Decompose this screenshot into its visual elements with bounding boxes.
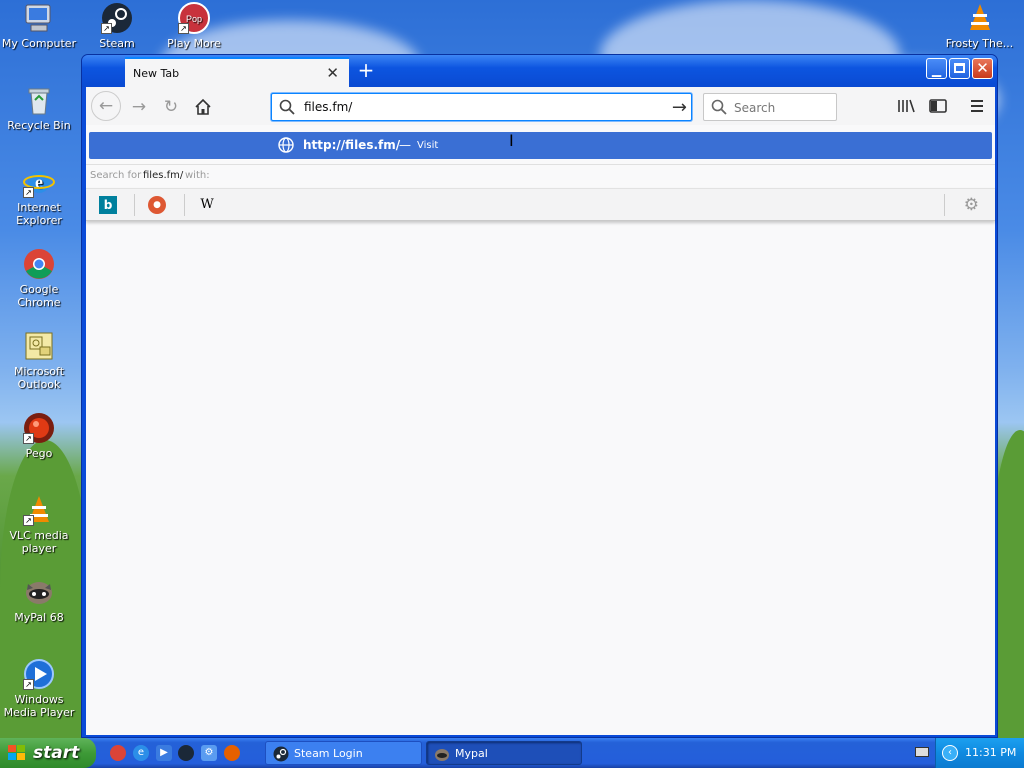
- desktop-icon-label: Windows Media Player: [3, 693, 75, 719]
- desktop-icon-label: VLC media player: [9, 529, 69, 555]
- clock[interactable]: 11:31 PM: [965, 746, 1016, 759]
- search-bar[interactable]: Search: [703, 93, 837, 121]
- tab-title: New Tab: [133, 67, 180, 80]
- url-suggestion-row[interactable]: http://files.fm/ — Visit: [89, 132, 992, 159]
- start-label: start: [33, 743, 80, 763]
- divider: [134, 194, 135, 216]
- search-for-prefix: Search for: [90, 170, 142, 181]
- hamburger-menu-icon[interactable]: [967, 96, 987, 116]
- reload-icon[interactable]: ↻: [158, 94, 184, 120]
- desktop-icon-label: Steam: [99, 37, 135, 50]
- desktop-icon-pego[interactable]: ↗ Pego: [0, 412, 78, 460]
- browser-window: New Tab ✕ + ▁ ✕ ← → ↻ files.fm/ → Search…: [81, 54, 998, 738]
- browser-content: ← → ↻ files.fm/ → Search http://files.fm…: [86, 87, 995, 735]
- keyboard-icon[interactable]: [915, 747, 929, 757]
- desktop-icon-label: Frosty The...: [945, 37, 1014, 50]
- search-for-suffix: with:: [185, 170, 210, 181]
- globe-icon: [278, 137, 294, 156]
- new-tab-plus-icon[interactable]: +: [355, 58, 377, 82]
- settings-quicklaunch-icon[interactable]: ⚙: [201, 745, 217, 761]
- media-quicklaunch-icon[interactable]: ▶: [156, 745, 172, 761]
- outlook-icon: [23, 330, 55, 362]
- system-tray: ‹ 11:31 PM: [935, 738, 1024, 768]
- bing-icon[interactable]: b: [99, 196, 117, 214]
- minimize-button[interactable]: ▁: [926, 58, 947, 79]
- recycle-bin-icon: [23, 84, 55, 116]
- vlc-icon: ↗: [23, 494, 55, 526]
- desktop-icon-mypal[interactable]: MyPal 68: [0, 576, 78, 624]
- desktop-icon-label: My Computer: [1, 37, 77, 50]
- pego-icon: ↗: [23, 412, 55, 444]
- ie-quicklaunch-icon[interactable]: e: [133, 745, 149, 761]
- desktop-icon-label: Google Chrome: [17, 283, 61, 309]
- library-icon[interactable]: [896, 96, 916, 116]
- close-button[interactable]: ✕: [972, 58, 993, 79]
- suggestion-action: Visit: [417, 140, 439, 151]
- taskbar-button-label: Steam Login: [294, 747, 363, 760]
- desktop-icon-label: Recycle Bin: [7, 119, 71, 132]
- steam-icon: [273, 746, 289, 762]
- taskbar-button-steam-login[interactable]: Steam Login: [265, 741, 422, 765]
- one-off-search-engines: b ● W ⚙: [86, 188, 995, 221]
- desktop-icon-recycle-bin[interactable]: Recycle Bin: [0, 84, 78, 132]
- sidebar-icon[interactable]: [928, 96, 948, 116]
- back-arrow-icon[interactable]: ←: [91, 91, 121, 121]
- search-icon: [711, 99, 727, 118]
- search-icon: [279, 99, 295, 118]
- search-placeholder: Search: [734, 101, 776, 115]
- windows-flag-icon: [8, 745, 25, 760]
- desktop-icon-internet-explorer[interactable]: e ↗ Internet Explorer: [0, 166, 78, 227]
- desktop-icon-label: MyPal 68: [14, 611, 64, 624]
- chrome-quicklaunch-icon[interactable]: [110, 745, 126, 761]
- raccoon-icon: [23, 576, 55, 608]
- steam-quicklaunch-icon[interactable]: [178, 745, 194, 761]
- search-for-row: Search for files.fm/ with:: [86, 164, 995, 188]
- divider: [184, 194, 185, 216]
- taskbar-button-label: Mypal: [455, 747, 488, 760]
- tab-close-icon[interactable]: ✕: [326, 64, 339, 82]
- desktop-icon-frosty[interactable]: Frosty The...: [935, 2, 1024, 50]
- nav-toolbar: ← → ↻ files.fm/ → Search: [86, 87, 995, 125]
- chevron-left-icon[interactable]: ‹: [942, 745, 958, 761]
- url-bar[interactable]: files.fm/ →: [271, 93, 692, 121]
- desktop-icon-my-computer[interactable]: My Computer: [0, 2, 78, 50]
- url-input-value[interactable]: files.fm/: [304, 100, 352, 114]
- start-button[interactable]: start: [0, 738, 96, 768]
- go-arrow-icon[interactable]: →: [672, 97, 687, 118]
- suggestion-url: http://files.fm/: [303, 138, 401, 152]
- desktop-icon-windows-media-player[interactable]: ↗ Windows Media Player: [0, 658, 78, 719]
- desktop-icon-label: Microsoft Outlook: [13, 365, 65, 391]
- desktop-icon-vlc[interactable]: ↗ VLC media player: [0, 494, 78, 555]
- text-cursor-icon: I: [509, 131, 514, 150]
- firefox-quicklaunch-icon[interactable]: [224, 745, 240, 761]
- chrome-icon: [23, 248, 55, 280]
- title-bar[interactable]: New Tab ✕ + ▁ ✕: [82, 55, 997, 87]
- gear-icon[interactable]: ⚙: [964, 195, 979, 215]
- tab-new-tab[interactable]: New Tab ✕: [125, 57, 349, 87]
- desktop-icon-steam[interactable]: ↗ Steam: [78, 2, 156, 50]
- forward-arrow-icon[interactable]: →: [126, 94, 152, 120]
- duckduckgo-icon[interactable]: ●: [148, 196, 166, 214]
- home-icon[interactable]: [190, 94, 216, 120]
- search-for-query: files.fm/: [143, 170, 184, 181]
- computer-icon: [23, 2, 55, 34]
- raccoon-icon: [435, 749, 449, 761]
- divider: [944, 194, 945, 216]
- popcap-icon: Pop ↗: [178, 2, 210, 34]
- vlc-cone-icon: [964, 2, 996, 34]
- desktop-icon-google-chrome[interactable]: Google Chrome: [0, 248, 78, 309]
- desktop-icon-label: Internet Explorer: [16, 201, 62, 227]
- desktop-icon-label: Play More: [167, 37, 221, 50]
- taskbar-button-mypal[interactable]: Mypal: [426, 741, 582, 765]
- maximize-button[interactable]: [949, 58, 970, 79]
- suggestion-dash: —: [399, 138, 411, 152]
- taskbar: start e ▶ ⚙ Steam Login Mypal ‹ 11:31 PM: [0, 738, 1024, 768]
- wikipedia-icon[interactable]: W: [198, 196, 216, 214]
- media-player-icon: ↗: [23, 658, 55, 690]
- ie-icon: e ↗: [23, 166, 55, 198]
- desktop-icon-play-more[interactable]: Pop ↗ Play More: [155, 2, 233, 50]
- desktop-icon-label: Pego: [25, 447, 53, 460]
- desktop-icon-outlook[interactable]: Microsoft Outlook: [0, 330, 78, 391]
- steam-icon: ↗: [101, 2, 133, 34]
